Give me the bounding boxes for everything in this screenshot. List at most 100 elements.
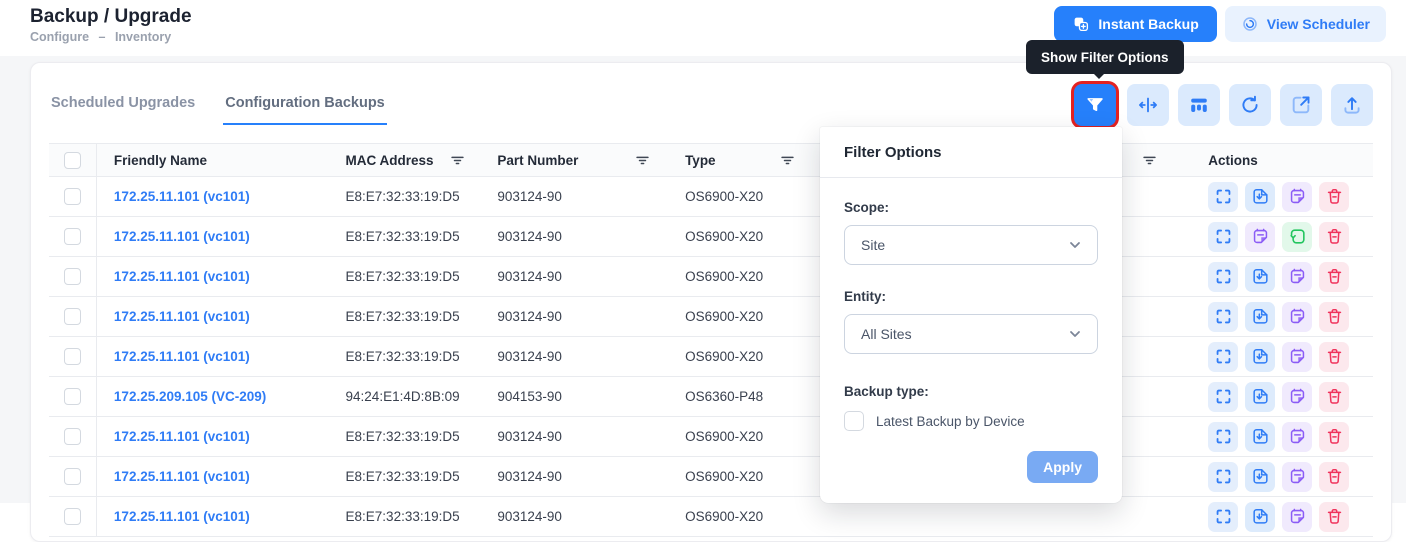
column-resize-button[interactable] (1127, 84, 1169, 126)
note-action-button[interactable] (1282, 262, 1312, 292)
download-action-button[interactable] (1245, 262, 1275, 292)
note-action-button[interactable] (1282, 422, 1312, 452)
type-value: OS6900-X20 (685, 229, 763, 244)
filter-popup-title: Filter Options (820, 127, 1122, 177)
part-column-filter-icon[interactable] (635, 153, 650, 168)
apply-button[interactable]: Apply (1027, 451, 1098, 483)
scope-select[interactable]: Site (844, 225, 1098, 265)
row-checkbox[interactable] (64, 188, 81, 205)
breadcrumb-item-inventory[interactable]: Inventory (115, 30, 171, 44)
filter-toggle-button[interactable] (1074, 84, 1116, 126)
part-number-value: 903124-90 (497, 349, 562, 364)
device-link[interactable]: 172.25.11.101 (vc101) (114, 309, 250, 324)
note-action-button[interactable] (1282, 342, 1312, 372)
delete-action-button[interactable] (1319, 342, 1349, 372)
delete-action-button[interactable] (1319, 302, 1349, 332)
row-checkbox[interactable] (64, 268, 81, 285)
note-action-button[interactable] (1282, 502, 1312, 532)
part-number-value: 903124-90 (497, 229, 562, 244)
device-link[interactable]: 172.25.11.101 (vc101) (114, 189, 250, 204)
header-friendly-name: Friendly Name (97, 144, 338, 176)
breadcrumb-item-configure[interactable]: Configure (30, 30, 89, 44)
export-open-icon (1290, 94, 1312, 116)
type-column-filter-icon[interactable] (780, 153, 795, 168)
expand-action-button[interactable] (1208, 182, 1238, 212)
tabs: Scheduled Upgrades Configuration Backups (49, 85, 387, 125)
note-action-button[interactable] (1282, 462, 1312, 492)
latest-backup-checkbox[interactable] (844, 411, 864, 431)
part-number-value: 903124-90 (497, 189, 562, 204)
tab-configuration-backups[interactable]: Configuration Backups (223, 85, 387, 125)
expand-action-button[interactable] (1208, 302, 1238, 332)
delete-action-button[interactable] (1319, 462, 1349, 492)
row-checkbox[interactable] (64, 348, 81, 365)
note-action-button[interactable] (1245, 222, 1275, 252)
row-checkbox[interactable] (64, 428, 81, 445)
download-action-button[interactable] (1245, 382, 1275, 412)
delete-action-button[interactable] (1319, 382, 1349, 412)
note-action-button[interactable] (1282, 382, 1312, 412)
type-value: OS6360-P48 (685, 389, 763, 404)
date-column-filter-icon[interactable] (1142, 153, 1157, 168)
view-scheduler-button[interactable]: View Scheduler (1225, 6, 1386, 42)
delete-action-button[interactable] (1319, 422, 1349, 452)
instant-backup-button[interactable]: Instant Backup (1054, 6, 1216, 42)
part-number-value: 904153-90 (497, 389, 562, 404)
device-link[interactable]: 172.25.11.101 (vc101) (114, 509, 250, 524)
download-action-button[interactable] (1245, 462, 1275, 492)
download-action-button[interactable] (1245, 182, 1275, 212)
delete-action-button[interactable] (1319, 222, 1349, 252)
delete-action-button[interactable] (1319, 262, 1349, 292)
chevron-down-icon (1067, 237, 1083, 253)
expand-action-button[interactable] (1208, 502, 1238, 532)
row-checkbox[interactable] (64, 308, 81, 325)
part-number-value: 903124-90 (497, 269, 562, 284)
device-link[interactable]: 172.25.11.101 (vc101) (114, 229, 250, 244)
entity-select[interactable]: All Sites (844, 314, 1098, 354)
chevron-down-icon (1067, 326, 1083, 342)
device-link[interactable]: 172.25.11.101 (vc101) (114, 269, 250, 284)
mac-address-value: E8:E7:32:33:19:D5 (346, 469, 460, 484)
upload-button[interactable] (1331, 84, 1373, 126)
expand-action-button[interactable] (1208, 222, 1238, 252)
row-checkbox[interactable] (64, 508, 81, 525)
device-link[interactable]: 172.25.11.101 (vc101) (114, 349, 250, 364)
expand-action-button[interactable] (1208, 382, 1238, 412)
row-checkbox[interactable] (64, 468, 81, 485)
tab-scheduled-upgrades[interactable]: Scheduled Upgrades (49, 85, 197, 125)
delete-action-button[interactable] (1319, 502, 1349, 532)
header-actions: Actions (1179, 144, 1373, 176)
mac-address-value: E8:E7:32:33:19:D5 (346, 309, 460, 324)
table-row: 172.25.11.101 (vc101) E8:E7:32:33:19:D5 … (49, 497, 1373, 537)
download-action-button[interactable] (1245, 422, 1275, 452)
type-value: OS6900-X20 (685, 189, 763, 204)
expand-action-button[interactable] (1208, 262, 1238, 292)
mac-column-filter-icon[interactable] (450, 153, 465, 168)
table-header-row: Friendly Name MAC Address Part Number (49, 143, 1373, 177)
expand-action-button[interactable] (1208, 462, 1238, 492)
row-checkbox[interactable] (64, 228, 81, 245)
mac-address-value: E8:E7:32:33:19:D5 (346, 349, 460, 364)
device-link[interactable]: 172.25.11.101 (vc101) (114, 469, 250, 484)
device-link[interactable]: 172.25.11.101 (vc101) (114, 429, 250, 444)
delete-action-button[interactable] (1319, 182, 1349, 212)
columns-button[interactable] (1178, 84, 1220, 126)
restore-action-button[interactable] (1282, 222, 1312, 252)
download-action-button[interactable] (1245, 302, 1275, 332)
expand-action-button[interactable] (1208, 342, 1238, 372)
refresh-button[interactable] (1229, 84, 1271, 126)
latest-backup-checkbox-label: Latest Backup by Device (876, 414, 1025, 429)
select-all-checkbox[interactable] (64, 152, 81, 169)
download-action-button[interactable] (1245, 342, 1275, 372)
table-columns-icon (1188, 94, 1210, 116)
row-checkbox[interactable] (64, 388, 81, 405)
download-action-button[interactable] (1245, 502, 1275, 532)
device-link[interactable]: 172.25.209.105 (VC-209) (114, 389, 266, 404)
export-button[interactable] (1280, 84, 1322, 126)
expand-action-button[interactable] (1208, 422, 1238, 452)
note-action-button[interactable] (1282, 182, 1312, 212)
scope-select-value: Site (861, 237, 885, 253)
note-action-button[interactable] (1282, 302, 1312, 332)
scheduler-history-icon (1241, 15, 1259, 33)
table-row: 172.25.11.101 (vc101) E8:E7:32:33:19:D5 … (49, 337, 1373, 377)
